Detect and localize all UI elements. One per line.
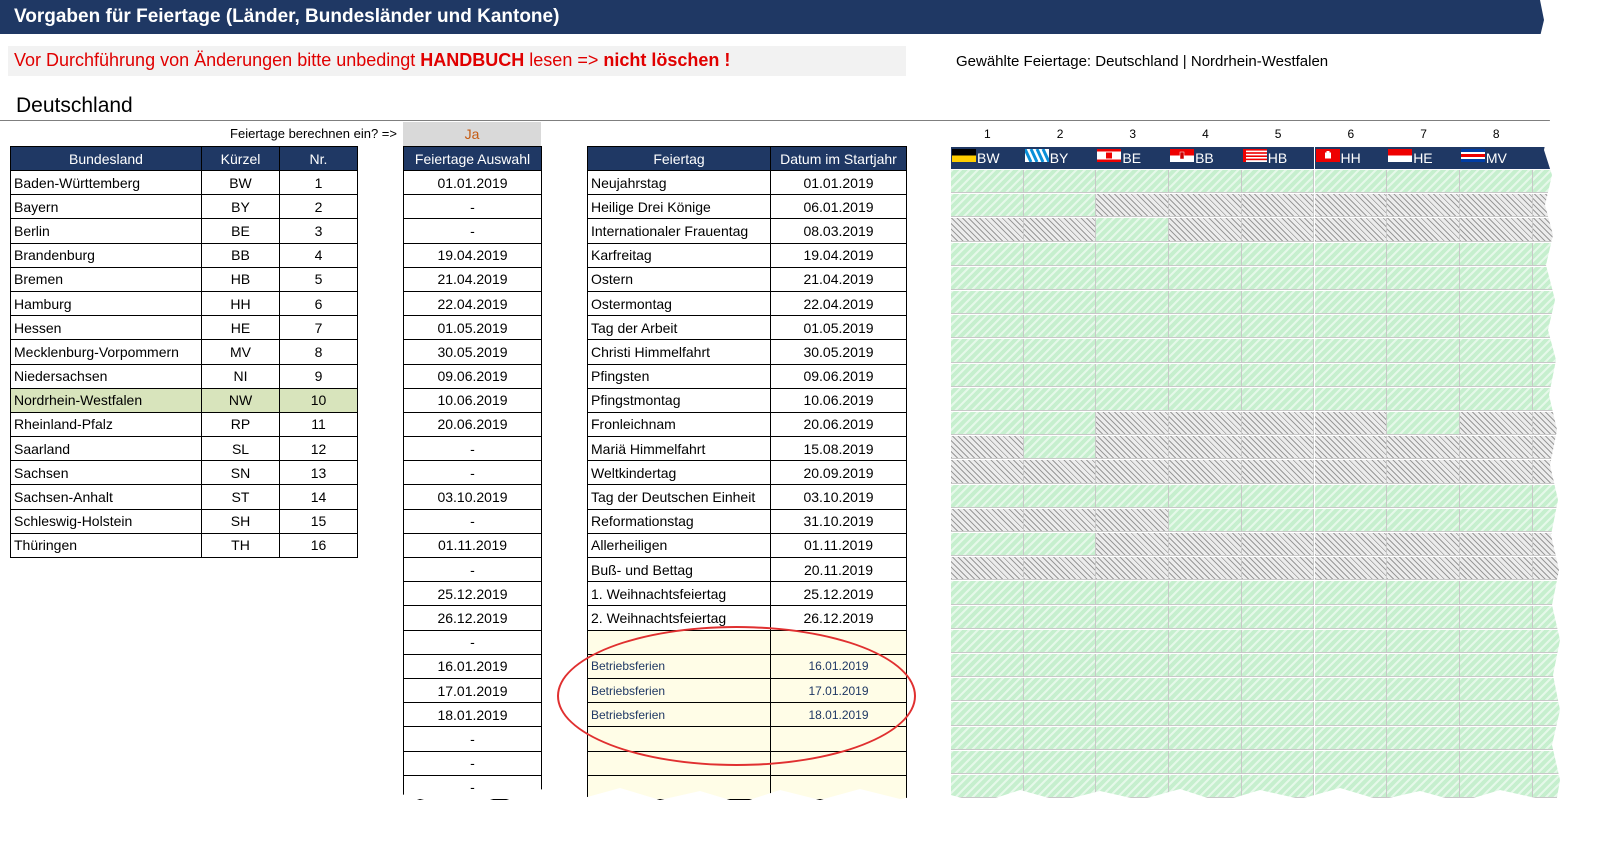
torn-edge-right: [1538, 0, 1619, 815]
torn-edge-bottom: [0, 786, 1619, 843]
torn-edge-overlay: [0, 0, 1619, 843]
